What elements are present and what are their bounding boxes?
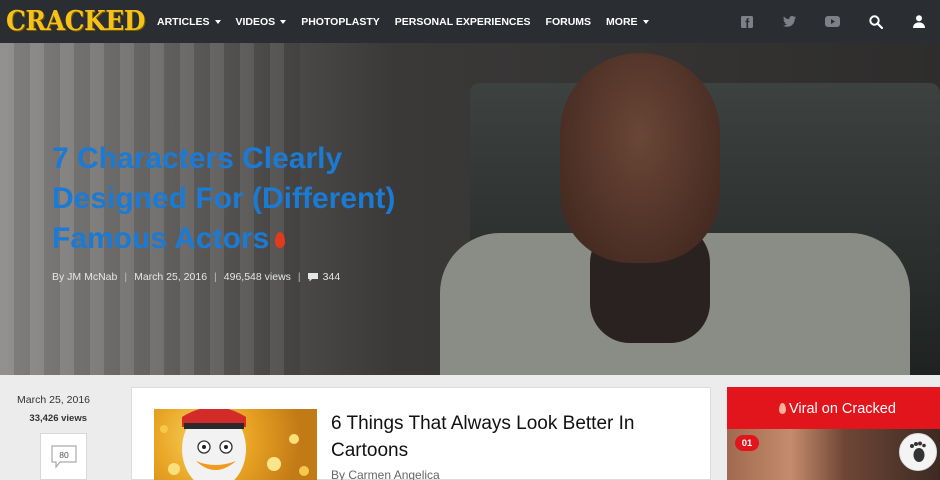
- chevron-down-icon: [214, 19, 221, 24]
- chevron-down-icon: [280, 19, 287, 24]
- comment-count-button[interactable]: 80: [40, 433, 87, 480]
- nav-personal-experiences-label: PERSONAL EXPERIENCES: [394, 15, 531, 28]
- nav-forums-label: FORUMS: [545, 15, 592, 28]
- main-nav: ARTICLES VIDEOS PHOTOPLASTY PERSONAL EXP…: [157, 0, 664, 43]
- article-date: March 25, 2016: [17, 394, 90, 406]
- flame-icon: [275, 232, 286, 249]
- viral-header: Viral on Cracked: [727, 387, 940, 429]
- comment-bubble-icon: 80: [50, 444, 77, 469]
- hero-meta: By JM McNab | March 25, 2016 | 496,548 v…: [52, 271, 340, 283]
- nav-personal-experiences[interactable]: PERSONAL EXPERIENCES: [395, 16, 531, 28]
- twitter-icon[interactable]: [768, 0, 811, 43]
- article-thumbnail[interactable]: [154, 409, 317, 480]
- hero-title[interactable]: 7 Characters Clearly Designed For (Diffe…: [52, 139, 452, 259]
- nav-articles[interactable]: ARTICLES: [157, 16, 221, 28]
- nav-photoplasty[interactable]: PHOTOPLASTY: [301, 16, 380, 28]
- social-and-tools: [725, 0, 940, 43]
- nav-more-label: MORE: [606, 15, 638, 28]
- chevron-down-icon: [642, 19, 649, 24]
- related-article-card[interactable]: 6 Things That Always Look Better In Cart…: [131, 387, 711, 480]
- article-views: 33,426 views: [29, 413, 87, 424]
- related-article-title[interactable]: 6 Things That Always Look Better In Cart…: [331, 410, 681, 464]
- article-stats-column: March 25, 2016 33,426 views 80: [0, 385, 100, 480]
- viral-rank-badge: 01: [735, 435, 759, 451]
- meta-separator: |: [297, 271, 301, 283]
- nav-articles-label: ARTICLES: [157, 15, 210, 28]
- hero-comment-count[interactable]: 344: [323, 271, 341, 283]
- facebook-icon[interactable]: [725, 0, 768, 43]
- viral-title: Viral on Cracked: [789, 401, 896, 417]
- user-icon[interactable]: [897, 0, 940, 43]
- meta-separator: |: [124, 271, 128, 283]
- hero-date: March 25, 2016: [134, 271, 208, 283]
- youtube-icon[interactable]: [811, 0, 854, 43]
- nav-forums[interactable]: FORUMS: [546, 16, 592, 28]
- cracked-logo[interactable]: CRACKED: [6, 5, 145, 37]
- flame-icon: [779, 403, 786, 414]
- hero-views: 496,548 views: [223, 271, 291, 283]
- top-nav-bar: CRACKED ARTICLES VIDEOS PHOTOPLASTY PERS…: [0, 0, 940, 43]
- nav-videos[interactable]: VIDEOS: [236, 16, 287, 28]
- hero-title-text: 7 Characters Clearly Designed For (Diffe…: [52, 142, 396, 255]
- hero-figure-face: [560, 53, 720, 263]
- nav-more[interactable]: MORE: [606, 16, 649, 28]
- hero-banner[interactable]: 7 Characters Clearly Designed For (Diffe…: [0, 43, 940, 375]
- related-article-byline[interactable]: By Carmen Angelica: [331, 468, 440, 480]
- comment-icon[interactable]: [307, 272, 318, 282]
- nav-videos-label: VIDEOS: [235, 15, 276, 28]
- footprint-icon[interactable]: [899, 433, 937, 471]
- nav-photoplasty-label: PHOTOPLASTY: [301, 15, 380, 28]
- search-icon[interactable]: [854, 0, 897, 43]
- comment-count: 80: [59, 450, 69, 460]
- meta-separator: |: [214, 271, 217, 283]
- hero-author[interactable]: By JM McNab: [52, 271, 117, 283]
